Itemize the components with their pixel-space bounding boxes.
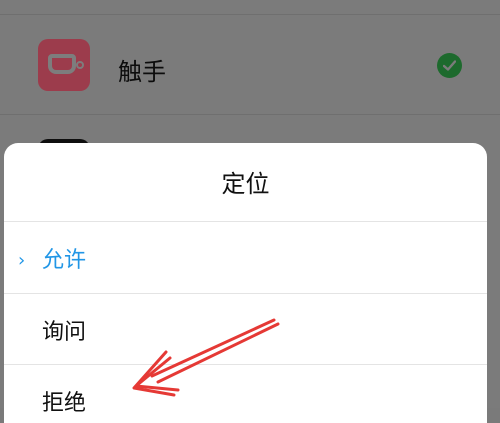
app-icon-chushou [38, 39, 90, 91]
option-allow[interactable]: › 允许 [4, 222, 487, 292]
option-deny-label: 拒绝 [42, 391, 87, 416]
bag-icon [48, 54, 76, 74]
location-permission-sheet: 定位 › 允许 询问 拒绝 [4, 143, 487, 423]
list-divider [0, 114, 500, 115]
list-divider [0, 14, 500, 15]
chevron-right-icon: › [18, 250, 26, 271]
app-name: 触手 [118, 58, 166, 86]
option-ask[interactable]: 询问 [4, 294, 487, 364]
option-allow-label: 允许 [42, 248, 87, 273]
list-item-app[interactable]: 触手 [0, 16, 500, 112]
check-icon [437, 53, 462, 78]
option-deny[interactable]: 拒绝 [4, 365, 487, 423]
sheet-title: 定位 [221, 170, 270, 198]
e-icon [76, 61, 84, 69]
option-ask-label: 询问 [42, 320, 87, 345]
